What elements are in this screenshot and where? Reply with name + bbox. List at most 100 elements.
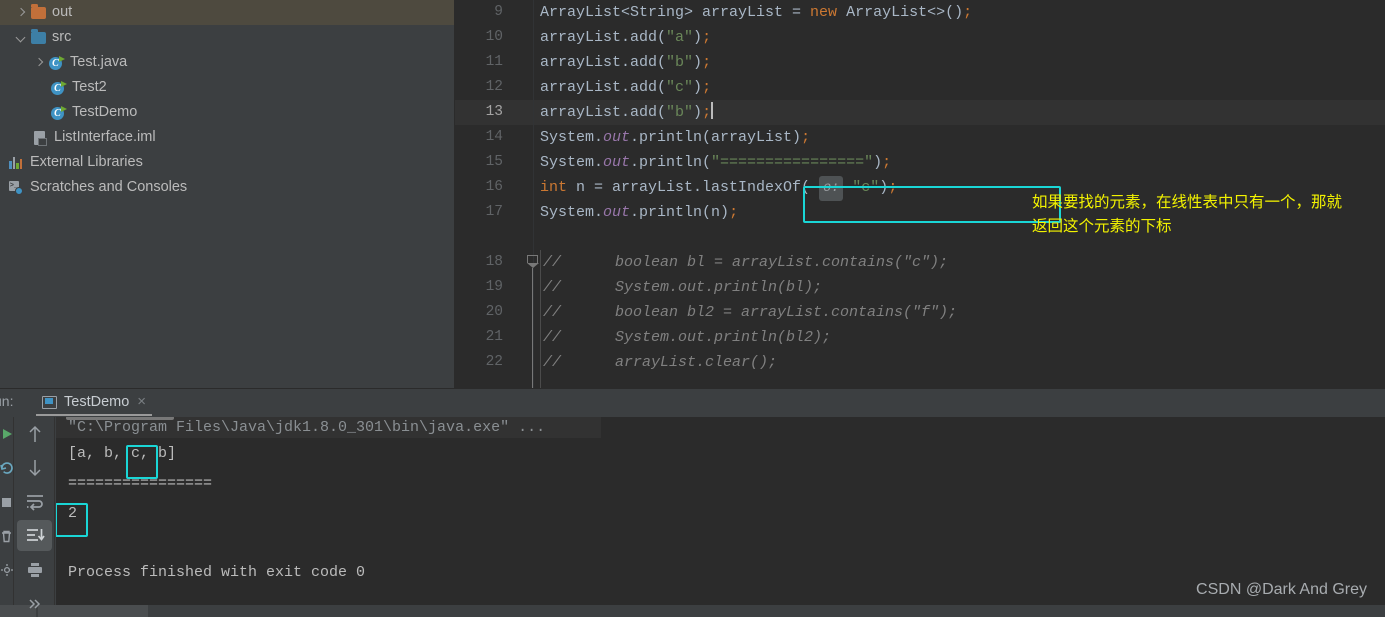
run-tool-window[interactable]: un: TestDemo × xyxy=(0,388,1385,617)
console-toolbar[interactable] xyxy=(14,417,55,617)
status-segment xyxy=(38,605,148,617)
sidebar-item-label: TestDemo xyxy=(72,104,138,120)
sidebar-item-test-java[interactable]: C Test.java xyxy=(0,50,454,75)
code-line-current[interactable]: 13 arrayList.add("b"); xyxy=(455,100,1385,125)
sidebar-item-label: out xyxy=(52,4,73,20)
code-token: ) xyxy=(873,154,883,171)
close-icon[interactable]: × xyxy=(137,394,146,409)
sidebar-item-label: src xyxy=(52,29,72,45)
code-token: "a" xyxy=(666,29,694,46)
annotation-line: 如果要找的元素，在线性表中只有一个，那就 xyxy=(1032,193,1343,211)
run-controls-column[interactable] xyxy=(0,417,14,617)
folder-orange-icon xyxy=(30,4,47,21)
console-line-separator: ================ xyxy=(68,475,213,492)
line-number: 19 xyxy=(485,279,503,295)
comment-marker: // xyxy=(543,254,562,271)
line-number: 13 xyxy=(485,104,503,120)
annotation-note: 如果要找的元素，在线性表中只有一个，那就 返回这个元素的下标 xyxy=(1032,190,1382,238)
code-token: arrayList.add( xyxy=(540,104,667,121)
scroll-to-end-button[interactable] xyxy=(14,519,55,553)
csdn-watermark: CSDN @Dark And Grey xyxy=(1196,581,1367,598)
sidebar-item-testdemo[interactable]: C TestDemo xyxy=(0,100,454,125)
code-token: arrayList.add( xyxy=(540,79,667,96)
code-line[interactable]: 20 // boolean bl2 = arrayList.contains("… xyxy=(455,300,1385,325)
scroll-down-button[interactable] xyxy=(14,451,55,485)
scroll-up-button[interactable] xyxy=(14,417,55,451)
line-number: 20 xyxy=(485,304,503,320)
code-token: .println(n) xyxy=(630,204,730,221)
code-text: System.out.println(n); xyxy=(540,200,738,225)
run-tab-testdemo[interactable]: TestDemo × xyxy=(36,390,153,416)
status-bar xyxy=(0,605,1385,617)
code-token: .println( xyxy=(630,154,712,171)
code-text: arrayList.add("b"); xyxy=(540,50,711,75)
code-line[interactable]: 12 arrayList.add("c"); xyxy=(455,75,1385,100)
code-token: "c" xyxy=(852,179,880,196)
line-number: 17 xyxy=(485,204,503,220)
code-token: "b" xyxy=(666,54,694,71)
code-token: .println(arrayList) xyxy=(630,129,802,146)
soft-wrap-button[interactable] xyxy=(14,485,55,519)
code-token: ; xyxy=(702,29,712,46)
code-token: "c" xyxy=(666,79,694,96)
line-number: 14 xyxy=(485,129,503,145)
code-token: ) xyxy=(693,104,703,121)
line-number: 16 xyxy=(485,179,503,195)
code-token: ; xyxy=(963,4,973,21)
parameter-hint-chip: o: xyxy=(819,176,844,201)
code-token: out xyxy=(603,154,631,171)
code-text: arrayList.clear(); xyxy=(615,354,778,371)
code-line[interactable]: 22 // arrayList.clear(); xyxy=(455,350,1385,375)
folder-blue-icon xyxy=(30,29,47,46)
code-line[interactable]: 15 System.out.println("================"… xyxy=(455,150,1385,175)
code-token: "b" xyxy=(666,104,694,121)
java-class-icon: C xyxy=(48,55,65,71)
code-token: ; xyxy=(702,104,712,121)
sidebar-item-out[interactable]: out xyxy=(0,0,454,25)
project-tree-panel[interactable]: out src C Test.java C Test2 C TestDemo L… xyxy=(0,0,455,388)
chevron-right-icon[interactable] xyxy=(32,56,46,70)
code-line[interactable]: 10 arrayList.add("a"); xyxy=(455,25,1385,50)
comment-marker: // xyxy=(543,304,562,321)
sidebar-item-listinterface-iml[interactable]: ListInterface.iml xyxy=(0,125,454,150)
comment-marker: // xyxy=(543,279,562,296)
code-line[interactable]: 14 System.out.println(arrayList); xyxy=(455,125,1385,150)
code-line[interactable]: 21 // System.out.println(bl2); xyxy=(455,325,1385,350)
java-class-icon: C xyxy=(50,105,67,121)
code-text: arrayList.add("a"); xyxy=(540,25,711,50)
code-token: System. xyxy=(540,129,604,146)
annotation-line: 返回这个元素的下标 xyxy=(1032,217,1172,235)
chevron-right-icon[interactable] xyxy=(14,6,28,20)
sidebar-item-src[interactable]: src xyxy=(0,25,454,50)
code-text: int n = arrayList.lastIndexOf( o: "c"); xyxy=(540,175,898,201)
console-output[interactable]: "C:\Program Files\Java\jdk1.8.0_301\bin\… xyxy=(56,417,1385,605)
sidebar-item-test2[interactable]: C Test2 xyxy=(0,75,454,100)
java-class-icon: C xyxy=(50,80,67,96)
run-tab-label: TestDemo xyxy=(64,394,130,410)
code-token: ; xyxy=(702,54,712,71)
console-window-icon xyxy=(42,395,57,409)
indent-guide xyxy=(540,250,541,388)
chevron-down-icon[interactable] xyxy=(14,31,28,45)
run-tab-bar: un: TestDemo × xyxy=(0,389,1385,417)
code-token: ; xyxy=(702,79,712,96)
code-token: ; xyxy=(888,179,898,196)
code-token: arrayList.add( xyxy=(540,29,667,46)
code-line[interactable]: 9 ArrayList<String> arrayList = new Arra… xyxy=(455,0,1385,25)
code-line[interactable]: 11 arrayList.add("b"); xyxy=(455,50,1385,75)
sidebar-item-external-libraries[interactable]: External Libraries xyxy=(0,150,454,175)
code-token: ; xyxy=(801,129,811,146)
sidebar-item-scratches-and-consoles[interactable]: >_ Scratches and Consoles xyxy=(0,175,454,200)
scratches-icon: >_ xyxy=(8,180,25,196)
code-fold-marker-icon[interactable] xyxy=(527,255,539,388)
code-token: out xyxy=(603,129,631,146)
code-line[interactable]: 19 // System.out.println(bl); xyxy=(455,275,1385,300)
code-line[interactable]: 18 // boolean bl = arrayList.contains("c… xyxy=(455,250,1385,275)
code-text: ArrayList<String> arrayList = new ArrayL… xyxy=(540,0,972,25)
code-token: System. xyxy=(540,154,604,171)
code-token: n = arrayList.lastIndexOf( xyxy=(567,179,820,196)
console-line-finished: Process finished with exit code 0 xyxy=(68,564,366,581)
printer-icon[interactable] xyxy=(14,553,55,587)
code-text: arrayList.add("c"); xyxy=(540,75,711,100)
code-text: System.out.println(arrayList); xyxy=(540,125,810,150)
